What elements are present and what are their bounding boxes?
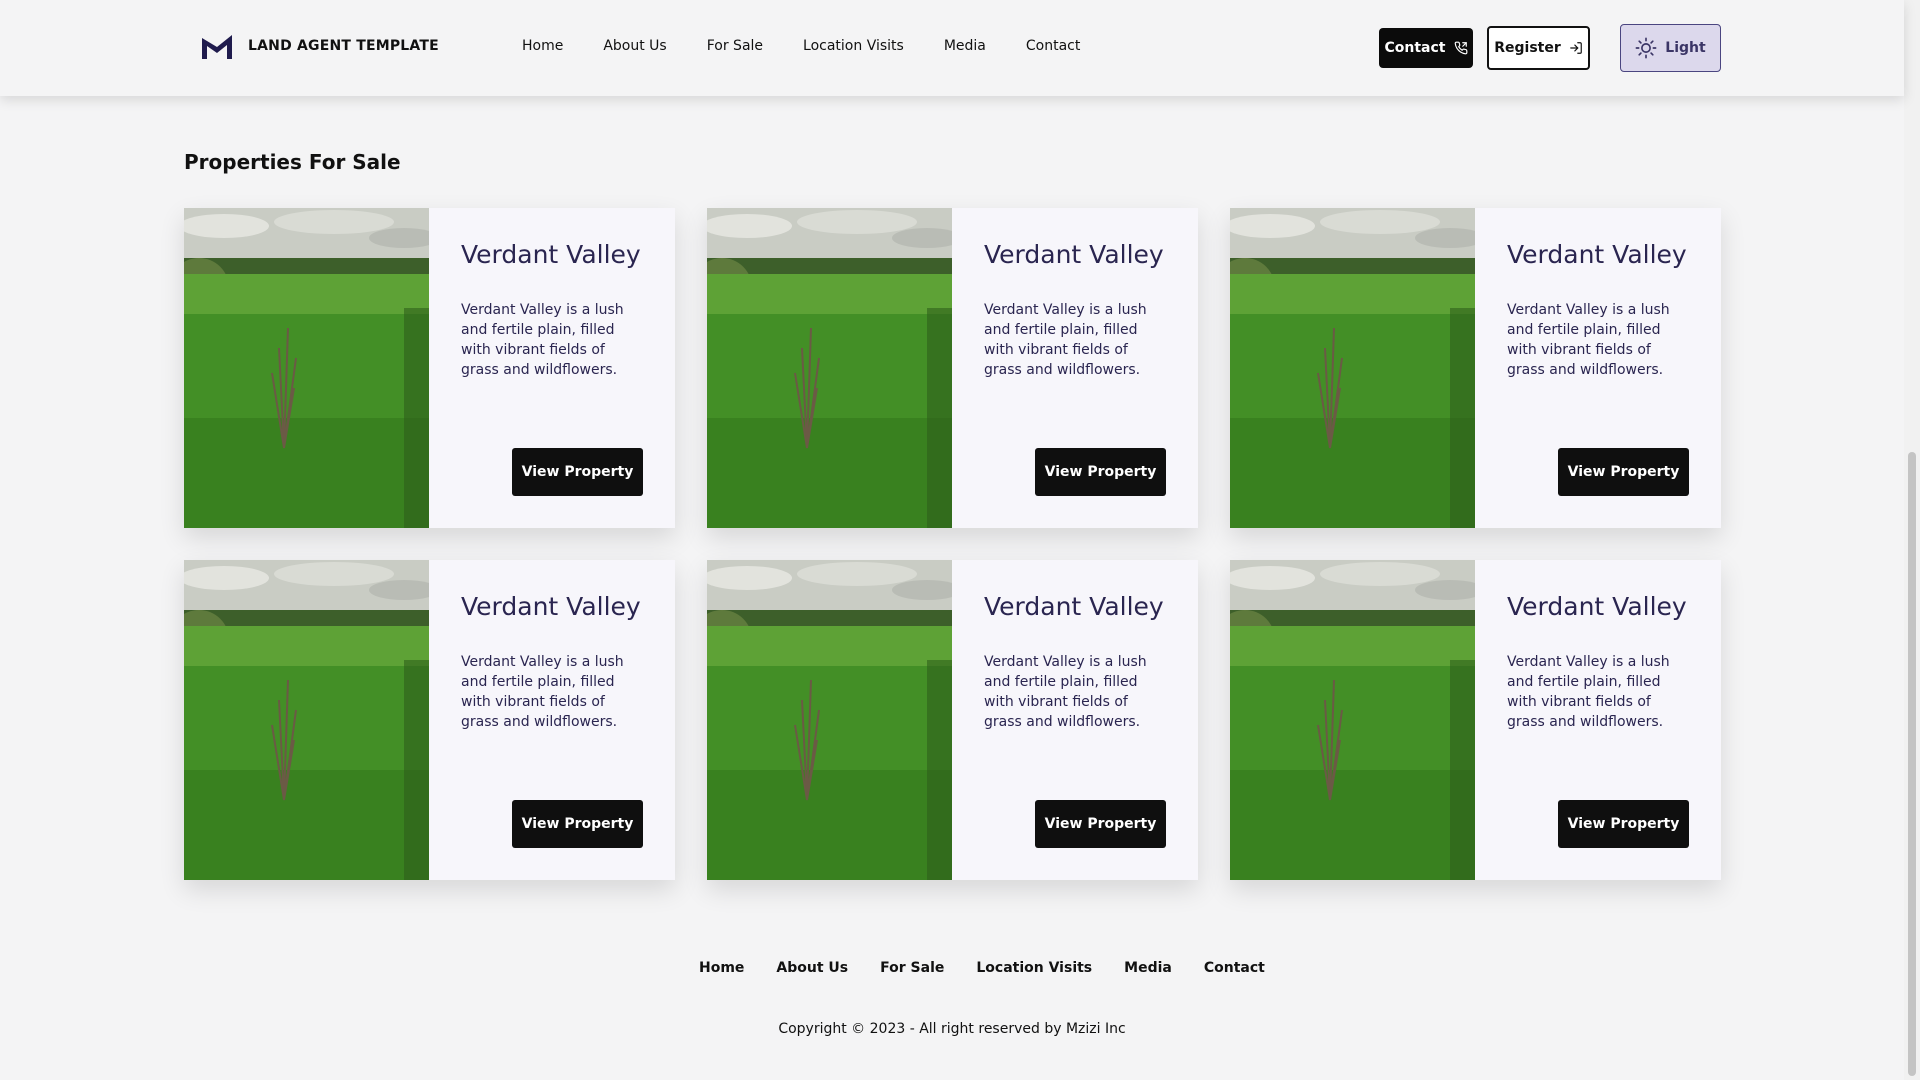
property-image <box>1230 208 1475 528</box>
property-image <box>707 560 952 880</box>
theme-toggle-label: Light <box>1665 40 1706 56</box>
contact-button[interactable]: Contact <box>1379 28 1473 68</box>
logo-mark-icon[interactable] <box>200 34 234 60</box>
property-image <box>707 208 952 528</box>
property-card-body: Verdant Valley Verdant Valley is a lush … <box>429 208 675 528</box>
copyright-text: Copyright © 2023 - All right reserved by… <box>778 1021 1126 1037</box>
contact-button-label: Contact <box>1384 40 1446 56</box>
property-description: Verdant Valley is a lush and fertile pla… <box>461 302 624 378</box>
property-card: Verdant Valley Verdant Valley is a lush … <box>707 560 1198 880</box>
property-title: Verdant Valley <box>1507 240 1687 269</box>
site-header: LAND AGENT TEMPLATE Home About Us For Sa… <box>0 0 1904 96</box>
property-image <box>1230 560 1475 880</box>
brand-name[interactable]: LAND AGENT TEMPLATE <box>248 38 439 54</box>
footer-nav-location-visits[interactable]: Location Visits <box>976 960 1092 976</box>
footer-nav-media[interactable]: Media <box>1124 960 1172 976</box>
view-property-button[interactable]: View Property <box>512 448 643 496</box>
view-property-button[interactable]: View Property <box>512 800 643 848</box>
property-card: Verdant Valley Verdant Valley is a lush … <box>1230 208 1721 528</box>
phone-icon <box>1454 41 1467 55</box>
register-button-label: Register <box>1494 40 1561 56</box>
property-title: Verdant Valley <box>1507 592 1687 621</box>
scrollbar-thumb[interactable] <box>1908 452 1916 1076</box>
view-property-button[interactable]: View Property <box>1035 800 1166 848</box>
footer-nav-for-sale[interactable]: For Sale <box>880 960 944 976</box>
main-nav: Home About Us For Sale Location Visits M… <box>522 38 1080 54</box>
property-card-body: Verdant Valley Verdant Valley is a lush … <box>429 560 675 880</box>
property-card-body: Verdant Valley Verdant Valley is a lush … <box>952 560 1198 880</box>
nav-media[interactable]: Media <box>944 38 986 54</box>
nav-location-visits[interactable]: Location Visits <box>803 38 904 54</box>
view-property-button[interactable]: View Property <box>1558 800 1689 848</box>
footer-nav-contact[interactable]: Contact <box>1204 960 1265 976</box>
property-card: Verdant Valley Verdant Valley is a lush … <box>184 560 675 880</box>
section-title: Properties For Sale <box>184 150 401 174</box>
nav-for-sale[interactable]: For Sale <box>707 38 763 54</box>
register-button[interactable]: Register <box>1487 26 1590 70</box>
property-card-body: Verdant Valley Verdant Valley is a lush … <box>952 208 1198 528</box>
property-card-body: Verdant Valley Verdant Valley is a lush … <box>1475 208 1721 528</box>
sun-icon <box>1635 37 1657 59</box>
property-description: Verdant Valley is a lush and fertile pla… <box>461 654 624 730</box>
view-property-button[interactable]: View Property <box>1558 448 1689 496</box>
property-card: Verdant Valley Verdant Valley is a lush … <box>184 208 675 528</box>
property-title: Verdant Valley <box>984 240 1164 269</box>
footer-nav: Home About Us For Sale Location Visits M… <box>699 960 1265 976</box>
property-card: Verdant Valley Verdant Valley is a lush … <box>707 208 1198 528</box>
property-card-body: Verdant Valley Verdant Valley is a lush … <box>1475 560 1721 880</box>
footer-nav-about-us[interactable]: About Us <box>776 960 848 976</box>
nav-home[interactable]: Home <box>522 38 563 54</box>
theme-toggle-button[interactable]: Light <box>1620 24 1721 72</box>
sign-in-icon <box>1569 42 1582 54</box>
property-title: Verdant Valley <box>461 592 641 621</box>
site-footer: Home About Us For Sale Location Visits M… <box>0 920 1904 1080</box>
vertical-scrollbar[interactable] <box>1904 0 1920 1080</box>
nav-contact[interactable]: Contact <box>1026 38 1080 54</box>
property-description: Verdant Valley is a lush and fertile pla… <box>984 302 1147 378</box>
property-description: Verdant Valley is a lush and fertile pla… <box>984 654 1147 730</box>
property-description: Verdant Valley is a lush and fertile pla… <box>1507 654 1670 730</box>
property-title: Verdant Valley <box>461 240 641 269</box>
property-image <box>184 208 429 528</box>
footer-nav-home[interactable]: Home <box>699 960 744 976</box>
property-image <box>184 560 429 880</box>
property-grid: Verdant Valley Verdant Valley is a lush … <box>184 208 1721 880</box>
property-title: Verdant Valley <box>984 592 1164 621</box>
view-property-button[interactable]: View Property <box>1035 448 1166 496</box>
property-description: Verdant Valley is a lush and fertile pla… <box>1507 302 1670 378</box>
property-card: Verdant Valley Verdant Valley is a lush … <box>1230 560 1721 880</box>
nav-about-us[interactable]: About Us <box>603 38 666 54</box>
